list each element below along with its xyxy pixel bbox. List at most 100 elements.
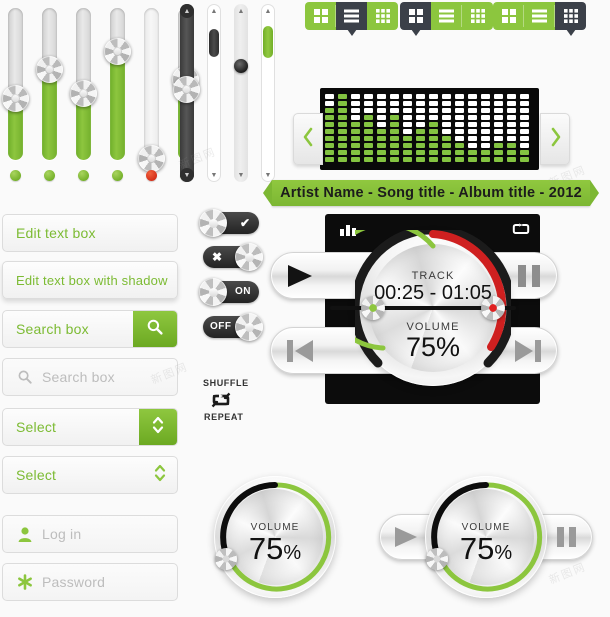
- equalizer-segment: [520, 101, 529, 106]
- select-plain[interactable]: Select: [2, 456, 178, 494]
- icon-bar-3-grid4[interactable]: [493, 2, 524, 30]
- scroll-thumb[interactable]: [209, 29, 219, 57]
- login-field[interactable]: Log in: [2, 515, 178, 553]
- pointer-tail: [565, 29, 576, 36]
- previous-track-button[interactable]: [285, 338, 315, 364]
- toggle-cross[interactable]: ✖: [203, 243, 263, 271]
- scroll-slider-grey-ball[interactable]: ▲ ▼: [234, 4, 248, 182]
- equalizer-segment: [364, 115, 373, 120]
- equalizer-column: [390, 94, 399, 164]
- scroll-knob[interactable]: [173, 76, 200, 103]
- select-filled-value: Select: [16, 419, 57, 435]
- equalizer-segment: [442, 150, 451, 155]
- icon-bar-2-grid9[interactable]: [462, 2, 493, 30]
- password-field[interactable]: Password: [2, 563, 178, 601]
- equalizer-segment: [455, 136, 464, 141]
- select-filled[interactable]: Select: [2, 408, 178, 446]
- edit-text-box-with-shadow[interactable]: Edit text box with shadow: [2, 261, 178, 299]
- icon-bar-3: [493, 2, 586, 36]
- scroll-up-cap-icon[interactable]: ▲: [234, 4, 248, 18]
- pointer-tail: [346, 29, 357, 36]
- equalizer-segment: [520, 108, 529, 113]
- select-plain-stepper[interactable]: [153, 457, 167, 493]
- icon-bar-3-list[interactable]: [524, 2, 555, 30]
- toggle-knob[interactable]: [199, 209, 227, 237]
- slider-knob[interactable]: [104, 38, 131, 65]
- equalizer-segment: [351, 94, 360, 99]
- icon-bar-3-grid9[interactable]: [555, 2, 586, 36]
- scroll-down-cap-icon[interactable]: ▼: [207, 168, 221, 182]
- toggle-knob[interactable]: [235, 243, 263, 271]
- equalizer-segment: [403, 108, 412, 113]
- scroll-up-cap-icon[interactable]: ▲: [261, 4, 275, 18]
- scroll-up-cap-icon[interactable]: ▲: [180, 4, 194, 18]
- vertical-slider-4[interactable]: [104, 8, 131, 160]
- equalizer-column: [377, 94, 386, 164]
- repeat-icon[interactable]: [512, 222, 530, 241]
- login-placeholder-text: Log in: [42, 526, 82, 542]
- scroll-up-cap-icon[interactable]: ▲: [207, 4, 221, 18]
- equalizer-segment: [429, 101, 438, 106]
- equalizer-segment: [338, 157, 347, 162]
- play-button[interactable]: [392, 525, 420, 549]
- repeat-icon[interactable]: [210, 392, 232, 413]
- pause-button[interactable]: [515, 263, 543, 289]
- toggle-check[interactable]: ✔: [199, 209, 259, 237]
- vertical-slider-3[interactable]: [70, 8, 97, 160]
- play-button[interactable]: [285, 263, 315, 289]
- equalizer-segment: [338, 94, 347, 99]
- equalizer-segment: [403, 115, 412, 120]
- equalizer-segment: [429, 129, 438, 134]
- equalizer-segment: [520, 129, 529, 134]
- search-box-active[interactable]: Search box: [2, 310, 178, 348]
- toggle-knob[interactable]: [235, 313, 263, 341]
- equalizer-segment: [338, 108, 347, 113]
- vertical-slider-5[interactable]: [138, 8, 165, 172]
- toggle-off[interactable]: OFF: [203, 313, 263, 341]
- equalizer-segment: [416, 115, 425, 120]
- equalizer-segment: [377, 122, 386, 127]
- edit-text-box[interactable]: Edit text box: [2, 214, 178, 252]
- grid-4-icon: [313, 9, 328, 23]
- icon-bar-1-list[interactable]: [336, 2, 367, 36]
- vertical-slider-2[interactable]: [36, 8, 63, 160]
- toggle-knob[interactable]: [199, 278, 227, 306]
- ui-kit-canvas: ▲ ▼ ▲ ▼ ▲ ▼ ▲ ▼ Edit text box Edit text …: [0, 0, 610, 617]
- icon-bar-1-grid9[interactable]: [367, 2, 398, 30]
- slider-knob[interactable]: [2, 85, 29, 112]
- equalizer-segment: [351, 129, 360, 134]
- vertical-slider-1[interactable]: [2, 8, 29, 160]
- equalizer-segment: [390, 157, 399, 162]
- equalizer-column: [364, 94, 373, 164]
- next-track-button[interactable]: [513, 338, 543, 364]
- search-submit-button[interactable]: [133, 311, 177, 347]
- pause-button[interactable]: [554, 525, 580, 549]
- scroll-ball-thumb[interactable]: [234, 59, 248, 73]
- scroll-down-cap-icon[interactable]: ▼: [234, 168, 248, 182]
- select-filled-stepper[interactable]: [139, 409, 177, 445]
- toggle-on-label: ON: [235, 286, 251, 297]
- scroll-slider-white-green[interactable]: ▲ ▼: [261, 4, 275, 182]
- equalizer-segment: [390, 94, 399, 99]
- toggle-on[interactable]: ON: [199, 278, 259, 306]
- next-page-button[interactable]: [540, 113, 570, 165]
- grid-9-icon: [375, 9, 390, 23]
- equalizer-segment: [403, 150, 412, 155]
- equalizer-segment: [442, 108, 451, 113]
- prev-page-button[interactable]: [293, 113, 323, 165]
- slider-knob[interactable]: [138, 145, 165, 172]
- status-dot-3: [78, 170, 89, 181]
- status-dot-4: [112, 170, 123, 181]
- icon-bar-2-list[interactable]: [431, 2, 462, 30]
- scroll-thumb[interactable]: [263, 26, 273, 58]
- equalizer-segment: [338, 101, 347, 106]
- slider-knob[interactable]: [36, 56, 63, 83]
- equalizer-segment: [429, 143, 438, 148]
- equalizer-segment: [455, 115, 464, 120]
- equalizer-segment: [507, 150, 516, 155]
- icon-bar-1-grid4[interactable]: [305, 2, 336, 30]
- icon-bar-2-grid4[interactable]: [400, 2, 431, 36]
- slider-knob[interactable]: [70, 80, 97, 107]
- equalizer-segment: [442, 136, 451, 141]
- equalizer-segment: [455, 150, 464, 155]
